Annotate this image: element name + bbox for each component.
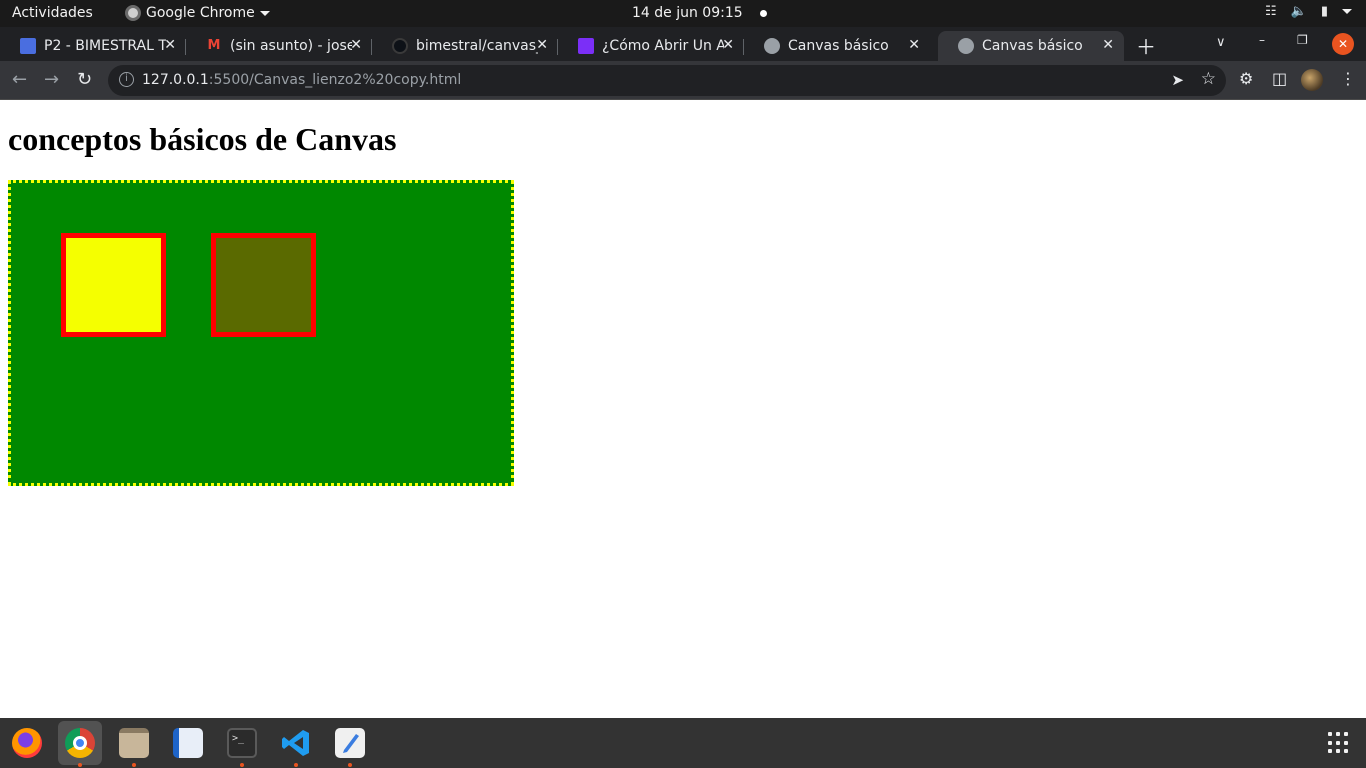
tab-search-chevron-icon[interactable]: ∨ — [1216, 35, 1226, 50]
url-path: :5500/Canvas_lienzo2%20copy.html — [208, 72, 462, 88]
volume-icon: 🔈 — [1290, 4, 1307, 19]
tab-title: Canvas básico — [982, 38, 1083, 54]
clock[interactable]: 14 de jun 09:15 — [632, 5, 767, 21]
profile-avatar[interactable] — [1301, 69, 1323, 91]
clock-label: 14 de jun 09:15 — [632, 5, 743, 21]
app-menu-label: Google Chrome — [146, 5, 255, 21]
tab-como-abrir[interactable]: ¿Cómo Abrir Un Ar ✕ — [558, 31, 744, 61]
side-panel-icon[interactable]: ◫ — [1272, 69, 1287, 88]
terminal-icon: >_ — [227, 728, 257, 758]
files-icon — [119, 728, 149, 758]
running-indicator — [78, 763, 82, 767]
battery-icon: ▮ — [1320, 4, 1328, 19]
gmail-icon: M — [207, 38, 221, 53]
canvas-square-yellow — [61, 233, 166, 337]
bookmark-star-icon[interactable]: ☆ — [1201, 69, 1216, 89]
close-icon[interactable]: ✕ — [908, 37, 920, 53]
window-close-button[interactable]: ✕ — [1332, 33, 1354, 55]
classroom-icon — [20, 38, 36, 54]
web-page: conceptos básicos de Canvas — [0, 100, 1366, 718]
github-icon — [392, 38, 408, 54]
running-indicator — [348, 763, 352, 767]
close-icon[interactable]: ✕ — [1102, 37, 1114, 53]
close-icon[interactable]: ✕ — [164, 37, 176, 53]
minimize-button[interactable]: – — [1259, 33, 1265, 47]
tab-gmail[interactable]: M (sin asunto) - jose ✕ — [186, 31, 372, 61]
reload-icon[interactable]: ↻ — [77, 69, 92, 90]
dock: >_ — [0, 718, 1366, 768]
network-icon: ☷ — [1265, 4, 1277, 19]
tab-title: (sin asunto) - jose — [230, 38, 352, 54]
globe-icon — [958, 38, 974, 54]
back-arrow-icon[interactable]: ← — [12, 69, 27, 90]
app-menu[interactable]: Google Chrome — [125, 5, 270, 21]
tab-title: Canvas básico — [788, 38, 889, 54]
canvas-element — [8, 180, 514, 486]
dock-terminal[interactable]: >_ — [220, 721, 264, 767]
dock-text-editor[interactable] — [328, 721, 372, 767]
dock-files[interactable] — [112, 721, 156, 767]
dock-writer[interactable] — [166, 721, 210, 765]
running-indicator — [132, 763, 136, 767]
extensions-puzzle-icon[interactable]: ⚙ — [1239, 69, 1253, 88]
tab-strip: P2 - BIMESTRAL TI ✕ M (sin asunto) - jos… — [0, 27, 1366, 61]
new-tab-button[interactable]: ＋ — [1136, 31, 1156, 60]
show-applications-grid-icon[interactable] — [1328, 732, 1350, 754]
tab-github[interactable]: bimestral/canvas_ ✕ — [372, 31, 558, 61]
chevron-down-icon — [259, 10, 270, 16]
close-icon[interactable]: ✕ — [536, 37, 548, 53]
tab-canvas-basico-active[interactable]: Canvas básico ✕ — [938, 31, 1124, 61]
globe-icon — [764, 38, 780, 54]
url-host: 127.0.0.1 — [142, 72, 209, 88]
canvas-square-olive — [211, 233, 316, 337]
writer-icon — [173, 728, 203, 758]
notification-dot-icon — [759, 9, 767, 17]
url-text[interactable]: 127.0.0.1:5500/Canvas_lienzo2%20copy.htm… — [142, 72, 461, 88]
tab-title: bimestral/canvas_ — [416, 38, 538, 54]
browser-toolbar: ← → ↻ i 127.0.0.1:5500/Canvas_lienzo2%20… — [0, 61, 1366, 100]
vscode-icon — [281, 728, 311, 758]
restore-button[interactable]: ❐ — [1297, 33, 1308, 47]
system-top-bar: Actividades Google Chrome 14 de jun 09:1… — [0, 0, 1366, 27]
address-bar[interactable]: i 127.0.0.1:5500/Canvas_lienzo2%20copy.h… — [108, 65, 1226, 96]
tab-title: P2 - BIMESTRAL TI — [44, 38, 166, 54]
document-icon — [578, 38, 594, 54]
dock-vscode[interactable] — [274, 721, 318, 767]
dock-firefox[interactable] — [5, 721, 49, 765]
site-info-icon[interactable]: i — [119, 72, 134, 87]
chevron-down-icon — [1342, 9, 1352, 14]
running-indicator — [240, 763, 244, 767]
send-share-icon[interactable]: ➤ — [1171, 71, 1184, 89]
tab-canvas-basico[interactable]: Canvas básico ✕ — [744, 31, 930, 61]
firefox-icon — [12, 728, 42, 758]
running-indicator — [294, 763, 298, 767]
dock-chrome[interactable] — [58, 721, 102, 767]
activities-button[interactable]: Actividades — [12, 5, 93, 21]
page-heading: conceptos básicos de Canvas — [8, 121, 397, 157]
kebab-menu-icon[interactable]: ⋮ — [1340, 69, 1356, 88]
close-icon[interactable]: ✕ — [350, 37, 362, 53]
chrome-icon — [65, 728, 95, 758]
forward-arrow-icon[interactable]: → — [44, 69, 59, 90]
close-icon[interactable]: ✕ — [722, 37, 734, 53]
chrome-app-icon — [125, 5, 141, 21]
text-editor-icon — [335, 728, 365, 758]
tab-p2-bimestral[interactable]: P2 - BIMESTRAL TI ✕ — [0, 31, 186, 61]
tab-title: ¿Cómo Abrir Un Ar — [602, 38, 724, 54]
system-status-area[interactable]: ☷ 🔈 ▮ — [1265, 4, 1352, 19]
